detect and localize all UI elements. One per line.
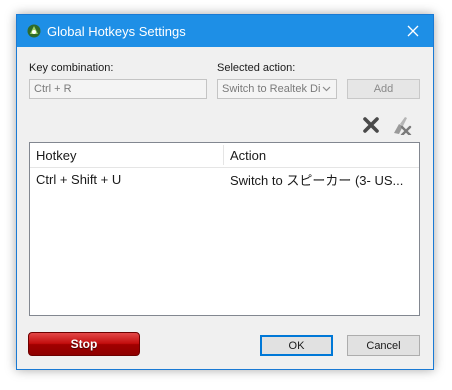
add-button[interactable]: Add (347, 79, 420, 99)
list-header: Hotkey Action (30, 143, 419, 168)
dialog-window: Global Hotkeys Settings Key combination:… (16, 14, 434, 370)
table-row[interactable]: Ctrl + Shift + U Switch to スピーカー (3- US.… (30, 168, 419, 190)
window-title: Global Hotkeys Settings (47, 24, 186, 39)
key-combination-field[interactable]: Ctrl + R (29, 79, 207, 99)
clear-hotkeys-button[interactable] (389, 114, 413, 136)
close-button[interactable] (393, 15, 433, 47)
chevron-down-icon (322, 86, 331, 92)
action-select[interactable]: Switch to Realtek Di (217, 79, 337, 99)
selected-action-label: Selected action: (217, 62, 296, 74)
clear-icon (394, 117, 412, 135)
delete-hotkey-button[interactable] (359, 114, 383, 136)
column-header-action[interactable]: Action (224, 143, 419, 167)
cancel-button[interactable]: Cancel (347, 335, 420, 356)
close-icon (407, 25, 419, 37)
key-combination-value: Ctrl + R (34, 83, 72, 95)
key-combination-label: Key combination: (29, 62, 114, 74)
hotkey-cell: Ctrl + Shift + U (36, 171, 122, 187)
delete-icon (363, 117, 379, 133)
action-cell: Switch to スピーカー (3- US... (230, 172, 404, 188)
hotkey-list[interactable]: Hotkey Action Ctrl + Shift + U Switch to… (29, 142, 420, 316)
column-header-hotkey[interactable]: Hotkey (30, 143, 223, 167)
stop-button[interactable]: Stop (28, 332, 140, 356)
app-icon (27, 24, 41, 38)
action-select-value: Switch to Realtek Di (222, 83, 321, 95)
title-bar[interactable]: Global Hotkeys Settings (17, 15, 433, 47)
ok-button[interactable]: OK (260, 335, 333, 356)
